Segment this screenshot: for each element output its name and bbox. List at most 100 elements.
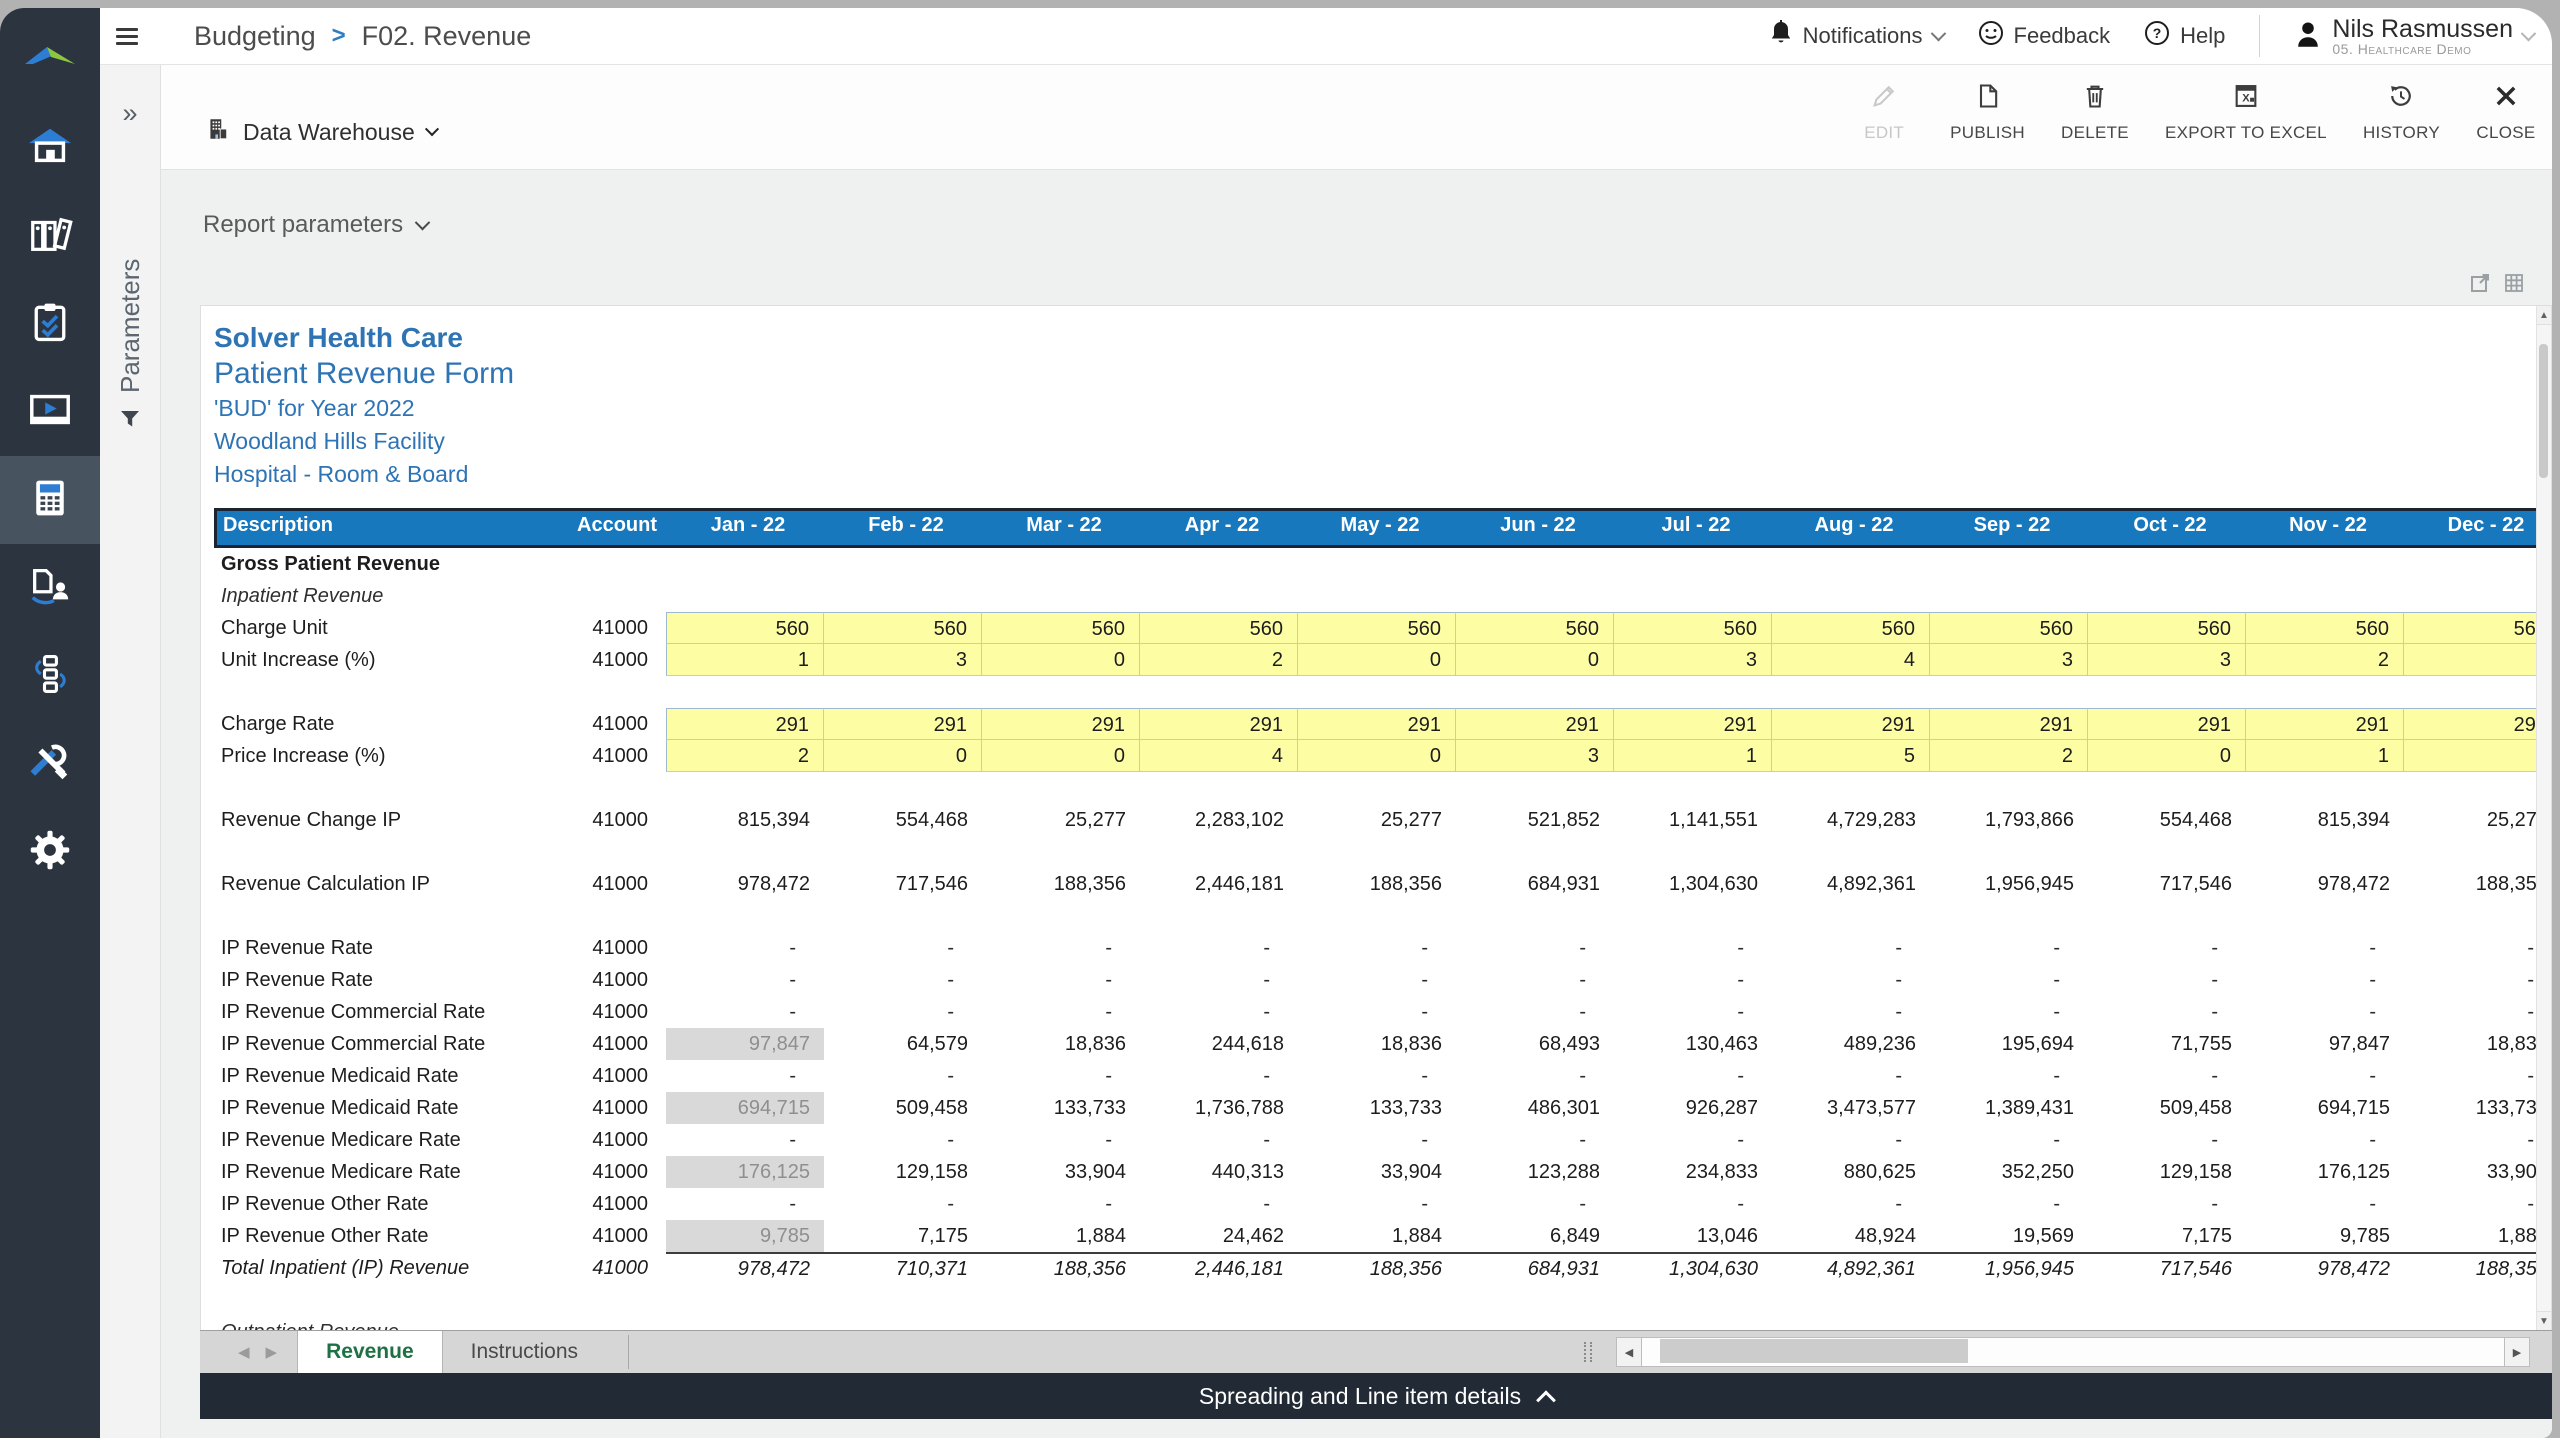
splitter-handle[interactable] [1584,1342,1592,1362]
data-source-dropdown[interactable]: Data Warehouse [205,116,437,148]
input-cell[interactable]: 291 [2088,708,2246,740]
report-toolbar: Data Warehouse EDIT PUBLISH [160,64,2552,170]
input-cell[interactable]: 560 [2088,612,2246,644]
vertical-scrollbar[interactable]: ▲ ▼ [2536,306,2551,1330]
history-button[interactable]: HISTORY [2363,82,2440,143]
input-cell[interactable]: 0 [1298,740,1456,772]
publish-button[interactable]: PUBLISH [1950,82,2025,143]
input-cell[interactable]: 291 [1772,708,1930,740]
horizontal-scrollbar[interactable]: ◀ ▶ [1616,1338,2530,1366]
feedback-button[interactable]: Feedback [1978,20,2111,52]
value-cell: 1,956,945 [1930,868,2088,900]
input-cell[interactable]: 560 [1456,612,1614,644]
value-cell: - [1930,1060,2088,1092]
input-cell[interactable]: 560 [982,612,1140,644]
sidebar-item-home[interactable] [0,104,100,192]
input-cell[interactable]: 560 [1298,612,1456,644]
horizontal-scroll-track[interactable] [1642,1337,2504,1367]
sidebar-item-settings[interactable] [0,808,100,896]
input-cell[interactable]: 3 [1614,644,1772,676]
scroll-down-icon[interactable]: ▼ [2537,1311,2551,1330]
input-cell[interactable]: 0 [1456,644,1614,676]
table-row: IP Revenue Medicaid Rate41000-----------… [214,1060,2537,1092]
vertical-scroll-thumb[interactable] [2539,344,2548,478]
input-cell[interactable]: 2 [1930,740,2088,772]
input-cell[interactable]: 560 [1614,612,1772,644]
input-cell[interactable]: 291 [2404,708,2537,740]
horizontal-scroll-thumb[interactable] [1660,1339,1968,1363]
input-cell[interactable]: 5 [1772,740,1930,772]
input-cell[interactable]: 4 [1140,740,1298,772]
input-cell[interactable]: 291 [982,708,1140,740]
solver-logo [0,8,100,104]
export-to-excel-button[interactable]: X EXPORT TO EXCEL [2165,82,2327,143]
parameters-panel-label[interactable]: Parameters [115,143,146,393]
spreading-details-toggle[interactable]: Spreading and Line item details [200,1373,2552,1419]
delete-button[interactable]: DELETE [2061,82,2129,143]
scroll-left-icon[interactable]: ◀ [1616,1337,1642,1367]
popout-icon[interactable] [2468,271,2492,295]
input-cell[interactable]: 2 [1140,644,1298,676]
tab-next-icon[interactable]: ▶ [266,1343,278,1361]
input-cell[interactable]: 3 [2088,644,2246,676]
tab-prev-icon[interactable]: ◀ [238,1343,250,1361]
sidebar-item-collaboration[interactable] [0,544,100,632]
account-cell: 41000 [574,740,666,772]
input-cell[interactable]: 0 [982,740,1140,772]
document-people-icon [27,563,73,614]
input-cell[interactable]: 3 [824,644,982,676]
input-cell[interactable]: 560 [1772,612,1930,644]
user-menu[interactable]: Nils Rasmussen 05. Healthcare Demo [2294,16,2534,57]
input-cell[interactable]: 291 [1456,708,1614,740]
input-cell[interactable]: 560 [2404,612,2537,644]
filter-icon[interactable] [118,407,142,436]
input-cell[interactable]: 0 [2088,740,2246,772]
input-cell[interactable]: 4 [1772,644,1930,676]
sidebar-item-library[interactable] [0,192,100,280]
input-cell[interactable]: 291 [2246,708,2404,740]
input-cell[interactable]: 291 [1140,708,1298,740]
value-cell: 4,729,283 [1772,804,1930,836]
value-cell: - [1614,1124,1772,1156]
breadcrumb-section[interactable]: Budgeting [194,21,316,52]
close-button[interactable]: CLOSE [2476,82,2536,143]
input-cell[interactable]: 560 [666,612,824,644]
input-cell[interactable]: 291 [666,708,824,740]
sidebar-item-budgeting[interactable] [0,456,100,544]
notifications-button[interactable]: Notifications [1769,20,1944,52]
report-parameters-toggle[interactable]: Report parameters [203,211,428,239]
help-button[interactable]: ? Help [2144,20,2225,52]
input-cell[interactable]: 291 [1298,708,1456,740]
input-cell[interactable]: 1 [666,644,824,676]
input-cell[interactable]: 560 [2246,612,2404,644]
tab-revenue[interactable]: Revenue [297,1331,443,1373]
input-cell[interactable]: 560 [1930,612,2088,644]
input-cell[interactable]: 1 [2246,740,2404,772]
input-cell[interactable]: 2 [2246,644,2404,676]
input-cell[interactable]: 3 [1930,644,2088,676]
input-cell[interactable]: 1 [1614,740,1772,772]
input-cell[interactable]: 2 [666,740,824,772]
scroll-right-icon[interactable]: ▶ [2504,1337,2530,1367]
menu-hamburger-icon[interactable] [116,24,138,49]
sidebar-item-process[interactable] [0,632,100,720]
row-label: IP Revenue Commercial Rate [214,996,574,1028]
input-cell[interactable]: 3 [1456,740,1614,772]
expand-panel-icon[interactable]: » [122,98,137,129]
input-cell[interactable]: 0 [982,644,1140,676]
input-cell[interactable]: 0 [824,740,982,772]
input-cell[interactable]: 291 [1614,708,1772,740]
input-cell[interactable]: 560 [824,612,982,644]
sidebar-item-checklist[interactable] [0,280,100,368]
sidebar-item-presentation[interactable] [0,368,100,456]
input-cell[interactable]: 0 [2404,644,2537,676]
tab-instructions[interactable]: Instructions [443,1331,606,1373]
input-cell[interactable]: 0 [1298,644,1456,676]
sidebar-item-tools[interactable] [0,720,100,808]
input-cell[interactable]: 291 [1930,708,2088,740]
grid-view-icon[interactable] [2502,271,2526,295]
input-cell[interactable]: 291 [824,708,982,740]
input-cell[interactable]: 0 [2404,740,2537,772]
scroll-up-icon[interactable]: ▲ [2537,306,2551,325]
input-cell[interactable]: 560 [1140,612,1298,644]
